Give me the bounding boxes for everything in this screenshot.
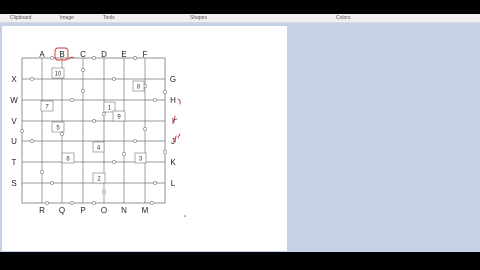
top-letter: C	[80, 50, 86, 59]
title-bar	[0, 0, 480, 14]
bottom-letter: R	[39, 206, 45, 215]
red-annotations	[54, 47, 181, 143]
annotation-tick-i	[173, 115, 178, 123]
right-letter: L	[171, 179, 176, 188]
ribbon-label-colors: Colors	[336, 15, 351, 21]
left-letter: V	[11, 117, 17, 126]
right-letter: H	[170, 96, 176, 105]
top-letter: D	[101, 50, 107, 59]
top-letter: B	[59, 50, 64, 59]
annotation-tick-h	[177, 98, 181, 105]
top-letter: A	[39, 50, 45, 59]
bottom-letter: M	[142, 206, 149, 215]
left-letter: T	[12, 158, 17, 167]
top-letter: E	[121, 50, 126, 59]
right-letter: K	[170, 158, 176, 167]
ribbon-label-clipboard: Clipboard	[10, 15, 32, 21]
left-letter: W	[10, 96, 18, 105]
bottom-letter: Q	[59, 206, 65, 215]
left-letter: U	[11, 137, 17, 146]
top-letter: F	[143, 50, 148, 59]
box-number: 10	[55, 72, 62, 78]
left-letter: X	[11, 75, 17, 84]
bottom-letter: O	[101, 206, 107, 215]
ribbon-group-labels: Clipboard Image Tools Shapes Colors	[0, 14, 480, 23]
puzzle-drawing: 10 8 7 1 9 5 4 6 3 2 A B C D E F R Q P O…	[10, 47, 186, 217]
ribbon-label-tools: Tools	[103, 15, 115, 21]
stray-mark	[184, 215, 186, 217]
bottom-letter: N	[121, 206, 127, 215]
right-letter: G	[170, 75, 176, 84]
status-bar	[0, 252, 480, 270]
ribbon-label-image: Image	[60, 15, 74, 21]
left-letter: S	[11, 179, 16, 188]
ribbon-label-shapes: Shapes	[190, 15, 207, 21]
right-letter: J	[171, 137, 175, 146]
annotation-tick-j	[174, 133, 181, 143]
drawing-canvas[interactable]: 10 8 7 1 9 5 4 6 3 2 A B C D E F R Q P O…	[2, 26, 287, 251]
bottom-letter: P	[80, 206, 85, 215]
grid-horizontal-lines	[22, 78, 165, 184]
